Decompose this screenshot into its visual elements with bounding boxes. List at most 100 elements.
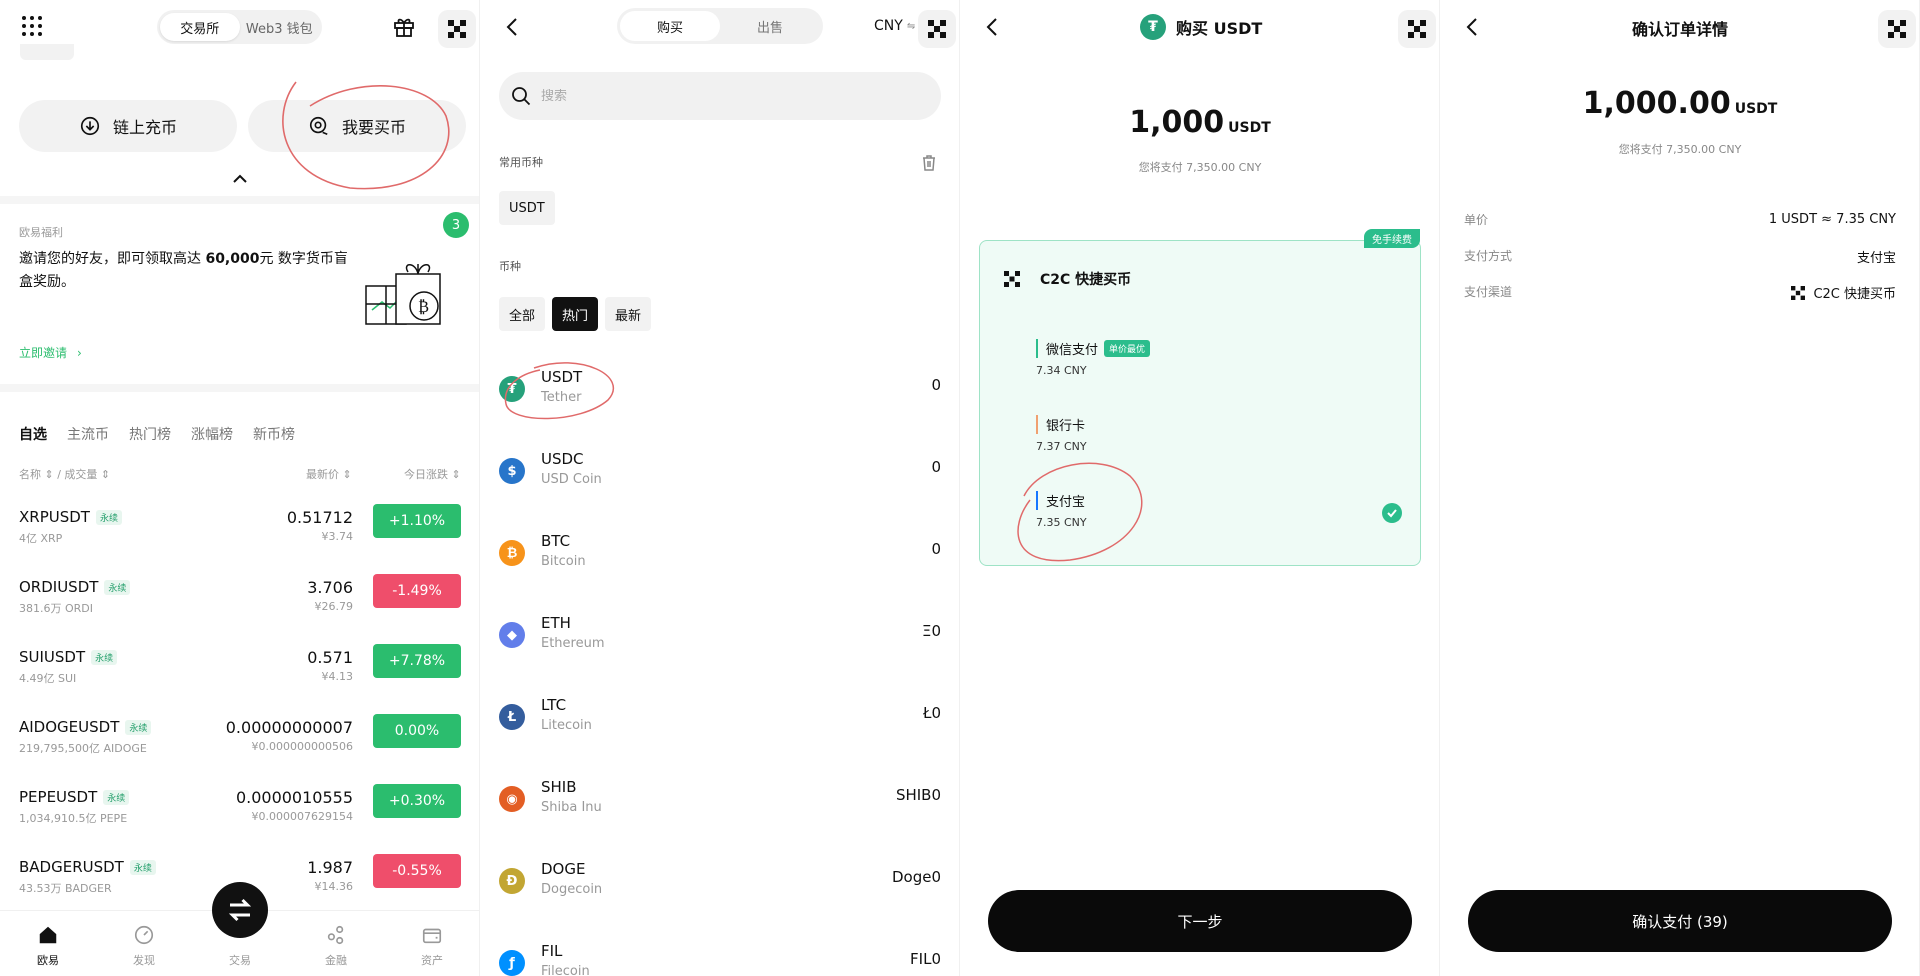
ticker-row[interactable]: AIDOGEUSDT 永续 219,795,500亿 AIDOGE 0.0000000…	[0, 714, 480, 774]
ticker-cny: ¥0.000000000506	[251, 740, 353, 753]
coin-section-title: 币种	[499, 260, 521, 273]
nav-discover[interactable]: 发现	[96, 911, 192, 976]
gift-icon[interactable]	[392, 14, 416, 38]
ticker-row[interactable]: SUIUSDT 永续 4.49亿 SUI 0.571 ¥4.13 +7.78%	[0, 644, 480, 704]
ticker-volume: 4亿 XRP	[19, 532, 63, 545]
ticker-row[interactable]: ORDIUSDT 永续 381.6万 ORDI 3.706 ¥26.79 -1.49%	[0, 574, 480, 634]
collapse-chevron-icon[interactable]	[232, 174, 248, 184]
filter-new[interactable]: 最新	[605, 297, 652, 331]
coin-row-shib[interactable]: ◉ SHIB Shiba Inu SHIB0	[480, 772, 960, 854]
ticker-change-button[interactable]: 0.00%	[373, 714, 461, 748]
qr-icon	[928, 20, 946, 38]
tab-hot[interactable]: 热门榜	[129, 424, 171, 444]
col-name[interactable]: 名称 ⇕ / 成交量 ⇕	[19, 466, 110, 482]
coin-row-usdc[interactable]: $ USDC USD Coin 0	[480, 444, 960, 526]
card-title: C2C 快捷买币	[1040, 272, 1132, 288]
scan-qr-button[interactable]	[1878, 10, 1916, 48]
seg-web3-wallet[interactable]: Web3 钱包	[240, 13, 320, 41]
ticker-change-button[interactable]: +0.30%	[373, 784, 461, 818]
buy-crypto-button[interactable]: 我要买币	[248, 100, 466, 152]
search-icon	[512, 87, 531, 106]
coin-row-eth[interactable]: ◆ ETH Ethereum Ξ0	[480, 608, 960, 690]
welfare-title: 欧易福利	[19, 226, 63, 239]
ticker-change-button[interactable]: +7.78%	[373, 644, 461, 678]
c2c-quick-buy-card[interactable]: 免手续费 C2C 快捷买币 微信支付 单价最优 7.34 CNY 银行卡 7.37…	[979, 229, 1421, 566]
scan-qr-button[interactable]	[438, 10, 476, 48]
ticker-price: 0.51712	[286, 508, 353, 527]
method-alipay[interactable]: 支付宝 7.35 CNY	[1036, 491, 1087, 529]
btc-icon: ₿	[499, 540, 525, 566]
ticker-cny: ¥3.74	[321, 530, 354, 543]
confirm-pay-button[interactable]: 确认支付 (39)	[1468, 890, 1892, 952]
nav-assets[interactable]: 资产	[384, 911, 480, 976]
nav-home[interactable]: 欧易	[0, 911, 96, 976]
order-amount: 1,000.00 USDT	[1582, 86, 1778, 121]
tab-buy[interactable]: 购买	[620, 11, 720, 41]
tab-sell[interactable]: 出售	[720, 11, 820, 41]
section-divider	[0, 196, 480, 204]
coin-balance: Doge0	[891, 868, 941, 886]
eth-icon: ◆	[499, 622, 525, 648]
coin-balance: 0	[931, 540, 941, 558]
compass-icon	[134, 925, 154, 945]
coin-row-ltc[interactable]: Ł LTC Litecoin Ł0	[480, 690, 960, 772]
tether-icon: ₮	[1140, 14, 1166, 40]
coin-row-fil[interactable]: ƒ FIL Filecoin FIL0	[480, 936, 960, 976]
free-fee-tag: 免手续费	[1364, 229, 1420, 248]
okx-logo-icon	[1791, 285, 1806, 300]
seg-exchange[interactable]: 交易所	[160, 13, 240, 41]
usdt-icon: ₮	[499, 376, 525, 402]
coin-row-btc[interactable]: ₿ BTC Bitcoin 0	[480, 526, 960, 608]
tab-new[interactable]: 新币榜	[253, 424, 295, 444]
next-step-button[interactable]: 下一步	[988, 890, 1412, 952]
onchain-deposit-button[interactable]: 链上充币	[19, 100, 237, 152]
common-chip-usdt[interactable]: USDT	[499, 191, 555, 225]
filter-all[interactable]: 全部	[499, 297, 546, 331]
home-icon	[39, 926, 57, 944]
ticker-symbol: ORDIUSDT 永续	[19, 578, 131, 596]
ticker-row[interactable]: XRPUSDT 永续 4亿 XRP 0.51712 ¥3.74 +1.10%	[0, 504, 480, 564]
coin-symbol: LTC	[541, 696, 567, 714]
invite-now-link[interactable]: 立即邀请 ›	[19, 344, 82, 361]
coin-symbol: USDT	[541, 368, 583, 386]
trade-fab-button[interactable]	[212, 882, 268, 938]
ticker-row[interactable]: PEPEUSDT 永续 1,034,910.5亿 PEPE 0.0000010555 ¥…	[0, 784, 480, 844]
coin-name: Ethereum	[541, 636, 605, 651]
grid-menu-icon[interactable]	[20, 14, 44, 38]
qr-icon	[448, 20, 466, 38]
ticker-price: 0.00000000007	[225, 718, 353, 737]
filter-hot[interactable]: 热门	[552, 297, 599, 331]
method-wechat[interactable]: 微信支付 单价最优 7.34 CNY	[1036, 339, 1151, 377]
search-input[interactable]	[541, 88, 921, 104]
ticker-volume: 1,034,910.5亿 PEPE	[19, 812, 128, 825]
exchange-wallet-switch[interactable]: 交易所 Web3 钱包	[157, 10, 322, 44]
ticker-cny: ¥26.79	[314, 600, 354, 613]
page-title: ₮ 购买 USDT	[1140, 14, 1262, 40]
col-change[interactable]: 今日涨跌 ⇕	[404, 466, 461, 482]
ticker-cny: ¥4.13	[321, 670, 354, 683]
perpetual-tag: 永续	[103, 789, 130, 805]
nav-finance[interactable]: 金融	[288, 911, 384, 976]
tab-mainstream[interactable]: 主流币	[67, 424, 109, 444]
ticker-symbol: XRPUSDT 永续	[19, 508, 122, 526]
currency-select[interactable]: CNY ⇋	[874, 18, 915, 34]
coin-row-usdt[interactable]: ₮ USDT Tether 0	[480, 362, 960, 444]
trash-icon[interactable]	[920, 154, 938, 172]
tab-gainers[interactable]: 涨幅榜	[191, 424, 233, 444]
usdc-icon: $	[499, 458, 525, 484]
ticker-change-button[interactable]: +1.10%	[373, 504, 461, 538]
back-chevron-icon[interactable]	[982, 16, 1004, 38]
back-chevron-icon[interactable]	[502, 16, 524, 38]
scan-qr-button[interactable]	[1398, 10, 1436, 48]
ltc-icon: Ł	[499, 704, 525, 730]
wallet-icon	[422, 928, 442, 944]
market-panel: 交易所 Web3 钱包 链上充币 我要买币 欧易福利 3 邀请您的好友，即可领取…	[0, 0, 480, 976]
scan-qr-button[interactable]	[918, 10, 956, 48]
welfare-text: 邀请您的好友，即可领取高达 60,000元 数字货币盲盒奖励。	[19, 251, 348, 290]
ticker-change-button[interactable]: -0.55%	[373, 854, 461, 888]
ticker-change-button[interactable]: -1.49%	[373, 574, 461, 608]
coin-row-doge[interactable]: Ð DOGE Dogecoin Doge0	[480, 854, 960, 936]
method-bank-card[interactable]: 银行卡 7.37 CNY	[1036, 415, 1087, 453]
tab-favorites[interactable]: 自选	[19, 424, 47, 444]
col-price[interactable]: 最新价 ⇕	[306, 466, 352, 482]
